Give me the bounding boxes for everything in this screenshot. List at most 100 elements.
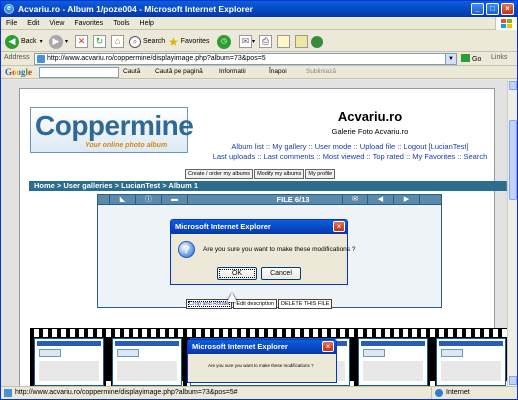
menu-edit[interactable]: Edit bbox=[22, 17, 44, 30]
standard-toolbar: ◀ Back ▾ ▶ ▾ ✕ ↻ ⌂ ⌕ Search ★ Favorites … bbox=[1, 31, 517, 52]
history-button[interactable]: ◷ bbox=[217, 33, 233, 50]
history-icon: ◷ bbox=[217, 34, 231, 49]
next-icon[interactable]: ▶ bbox=[394, 195, 420, 204]
ie-logo-icon: e bbox=[4, 4, 14, 14]
maximize-button[interactable]: □ bbox=[486, 3, 499, 15]
links-button[interactable]: Links bbox=[491, 54, 507, 61]
thumbnails-icon[interactable]: ◣ bbox=[110, 195, 136, 204]
menu-help[interactable]: Help bbox=[135, 17, 159, 30]
go-button[interactable]: Go bbox=[461, 54, 481, 63]
menu-file[interactable]: File bbox=[1, 17, 22, 30]
secondary-nav-links[interactable]: Last uploads :: Last comments :: Most vi… bbox=[200, 152, 500, 161]
main-nav-links[interactable]: Album list :: My gallery :: User mode ::… bbox=[200, 142, 500, 151]
logo-text: Coppermine bbox=[35, 110, 194, 141]
question-icon: ? bbox=[178, 241, 195, 258]
menu-bar: File Edit View Favorites Tools Help bbox=[1, 17, 517, 30]
discuss-icon bbox=[295, 35, 308, 48]
windows-logo-icon bbox=[495, 17, 517, 30]
google-toolbar: Google Caută Caută pe pagină Informatii … bbox=[1, 66, 517, 79]
film-holes bbox=[30, 329, 507, 337]
breadcrumb-text[interactable]: Home > User galleries > LucianTest > Alb… bbox=[34, 181, 198, 190]
window-title: Acvariu.ro - Album 1/poze004 - Microsoft… bbox=[18, 4, 253, 14]
google-up-button[interactable]: Înapoi bbox=[269, 68, 287, 75]
thumbnail-dialog: Microsoft Internet Explorer × Are you su… bbox=[187, 339, 337, 383]
title-bar[interactable]: e Acvariu.ro - Album 1/poze004 - Microso… bbox=[1, 1, 517, 17]
chevron-down-icon: ▾ bbox=[252, 39, 256, 45]
ok-button[interactable]: OK bbox=[217, 267, 257, 280]
coppermine-logo[interactable]: Coppermine Your online photo album bbox=[30, 107, 194, 153]
site-title: Acvariu.ro bbox=[337, 109, 403, 124]
messenger-icon bbox=[311, 35, 323, 48]
google-info-button[interactable]: Informatii bbox=[219, 68, 246, 75]
breadcrumb: Home > User galleries > LucianTest > Alb… bbox=[29, 181, 507, 191]
chevron-down-icon[interactable]: ▼ bbox=[445, 54, 456, 64]
edit-description-button[interactable]: Edit description bbox=[233, 299, 277, 309]
google-search-button[interactable]: Caută bbox=[123, 68, 140, 75]
film-thumbnail[interactable] bbox=[34, 338, 104, 386]
dialog-close-button[interactable]: × bbox=[333, 221, 345, 232]
modify-albums-button[interactable]: Modify my albums bbox=[254, 169, 305, 179]
address-input[interactable]: http://www.acvariu.ro/coppermine/display… bbox=[34, 53, 457, 65]
menu-tools[interactable]: Tools bbox=[108, 17, 134, 30]
close-button[interactable]: × bbox=[501, 3, 514, 15]
crop-rotate-button[interactable]: Crop and Rotate bbox=[186, 299, 233, 309]
vertical-scrollbar[interactable] bbox=[507, 80, 517, 386]
info-icon[interactable]: ⓘ bbox=[136, 195, 162, 204]
scroll-thumb[interactable] bbox=[509, 120, 517, 200]
edit-buttons: Crop and Rotate Edit description DELETE TH… bbox=[186, 298, 333, 309]
google-highlight-button[interactable]: Subliniază bbox=[306, 68, 336, 75]
browser-window: e Acvariu.ro - Album 1/poze004 - Microso… bbox=[0, 0, 518, 400]
edit-button[interactable] bbox=[277, 33, 290, 50]
favorites-button[interactable]: ★ Favorites bbox=[168, 33, 210, 50]
status-bar: http://www.acvariu.ro/coppermine/display… bbox=[1, 386, 517, 399]
nav-end bbox=[420, 195, 441, 204]
address-label: Address bbox=[4, 54, 30, 61]
logo-subtitle: Your online photo album bbox=[85, 142, 168, 149]
google-search-input[interactable] bbox=[39, 67, 119, 78]
menu-favorites[interactable]: Favorites bbox=[69, 17, 108, 30]
delete-file-button[interactable]: DELETE THIS FILE bbox=[277, 299, 333, 309]
go-label: Go bbox=[472, 56, 482, 63]
back-button[interactable]: ◀ Back ▾ bbox=[5, 33, 43, 50]
google-logo-text: Google bbox=[5, 67, 32, 77]
film-thumbnail[interactable] bbox=[358, 338, 428, 386]
mouse-cursor-icon bbox=[227, 293, 237, 302]
site-description: Galerie Foto Acvariu.ro bbox=[331, 127, 409, 136]
image-nav-bar: ◣ ⓘ ▬ FILE 6/13 ✉ ◀ ▶ bbox=[97, 194, 442, 205]
close-icon: × bbox=[322, 341, 334, 352]
search-button[interactable]: ⌕ Search bbox=[129, 33, 165, 50]
back-arrow-icon: ◀ bbox=[5, 34, 19, 49]
scroll-up-arrow[interactable] bbox=[509, 81, 517, 90]
mail-button[interactable]: ✉ ▾ bbox=[239, 33, 255, 50]
return-icon[interactable] bbox=[98, 195, 110, 204]
forward-button[interactable]: ▶ ▾ bbox=[49, 33, 68, 50]
stop-button[interactable]: ✕ bbox=[75, 33, 88, 50]
globe-icon bbox=[435, 389, 443, 397]
print-button[interactable]: ⎙ bbox=[259, 33, 272, 50]
menu-view[interactable]: View bbox=[44, 17, 69, 30]
star-icon: ★ bbox=[168, 34, 179, 49]
scroll-down-arrow[interactable] bbox=[509, 376, 517, 385]
address-url: http://www.acvariu.ro/coppermine/display… bbox=[47, 55, 266, 62]
refresh-button[interactable]: ↻ bbox=[93, 33, 106, 50]
minimize-button[interactable]: _ bbox=[471, 3, 484, 15]
create-albums-button[interactable]: Create / order my albums bbox=[185, 169, 254, 179]
print-icon: ⎙ bbox=[259, 35, 272, 48]
film-thumbnail[interactable] bbox=[436, 338, 506, 386]
stop-icon: ✕ bbox=[75, 35, 88, 48]
dialog-title: Microsoft Internet Explorer bbox=[171, 220, 347, 234]
film-thumbnail[interactable] bbox=[112, 338, 182, 386]
ecard-icon[interactable]: ✉ bbox=[342, 195, 368, 204]
page-icon bbox=[4, 389, 12, 397]
confirm-dialog: Microsoft Internet Explorer × ? Are you … bbox=[170, 219, 355, 285]
address-bar: Address http://www.acvariu.ro/coppermine… bbox=[1, 52, 517, 66]
slideshow-icon[interactable]: ▬ bbox=[162, 195, 188, 204]
messenger-button[interactable] bbox=[311, 33, 325, 50]
discuss-button[interactable] bbox=[295, 33, 308, 50]
home-button[interactable]: ⌂ bbox=[111, 33, 124, 50]
cancel-button[interactable]: Cancel bbox=[261, 267, 301, 280]
google-search-page-button[interactable]: Caută pe pagină bbox=[155, 68, 203, 75]
prev-icon[interactable]: ◀ bbox=[368, 195, 394, 204]
my-profile-button[interactable]: My profile bbox=[305, 169, 336, 179]
chevron-down-icon: ▾ bbox=[65, 39, 69, 45]
